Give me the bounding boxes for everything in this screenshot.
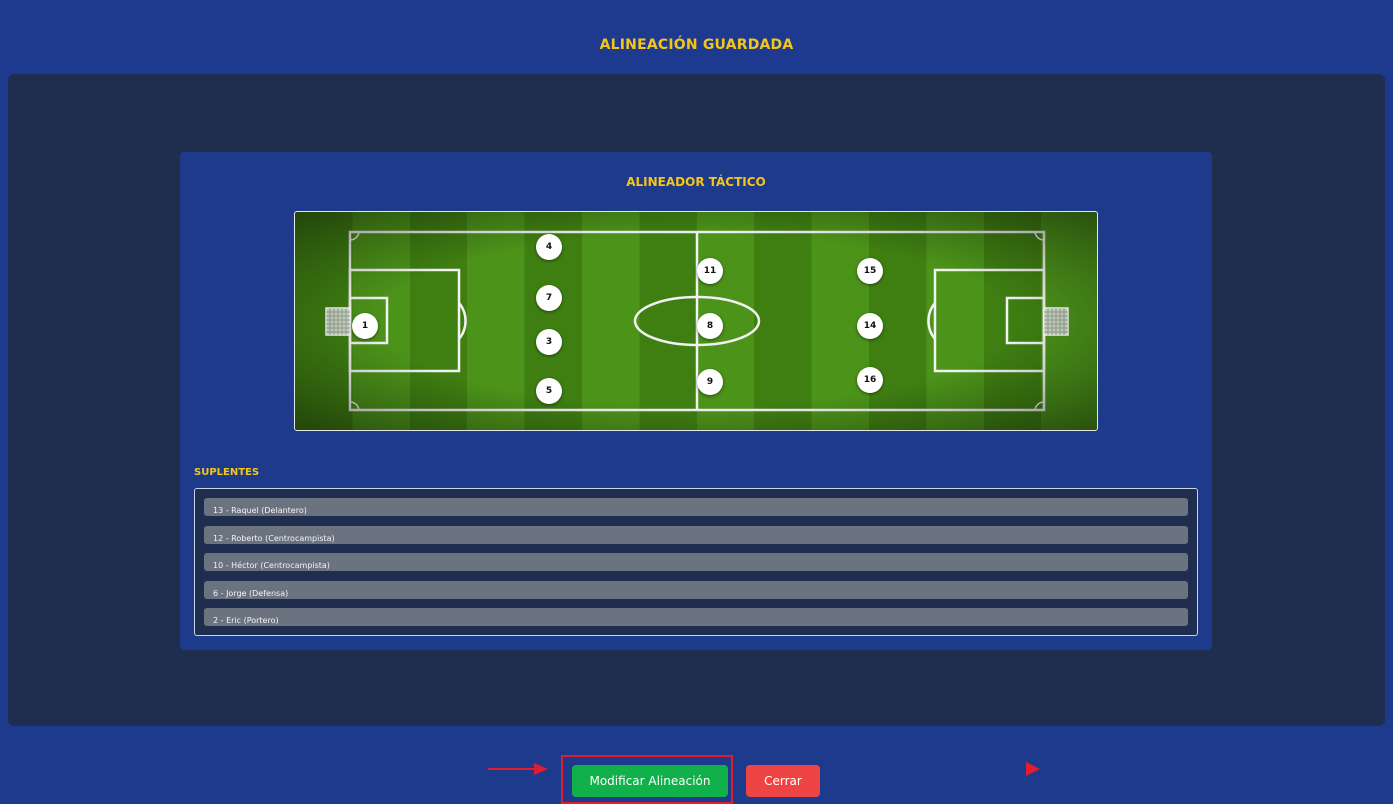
player-token[interactable]: 16 xyxy=(857,367,883,393)
substitute-item[interactable]: 12 - Roberto (Centrocampista) xyxy=(204,525,1188,544)
play-triangle-icon xyxy=(1026,762,1040,776)
player-token[interactable]: 5 xyxy=(536,378,562,404)
substitutes-list: 13 - Raquel (Delantero) 12 - Roberto (Ce… xyxy=(194,488,1198,636)
close-button[interactable]: Cerrar xyxy=(746,765,820,797)
tactical-card: ALINEADOR TÁCTICO 1 4 7 3 5 11 8 9 15 14… xyxy=(180,152,1212,650)
player-token[interactable]: 11 xyxy=(697,258,723,284)
player-token[interactable]: 9 xyxy=(697,369,723,395)
substitute-item[interactable]: 6 - Jorge (Defensa) xyxy=(204,580,1188,599)
substitute-item[interactable]: 13 - Raquel (Delantero) xyxy=(204,498,1188,516)
tactical-title: ALINEADOR TÁCTICO xyxy=(626,175,766,189)
substitutes-label: SUPLENTES xyxy=(194,467,260,478)
player-token[interactable]: 15 xyxy=(857,258,883,284)
player-token[interactable]: 8 xyxy=(697,313,723,339)
goal-net-right xyxy=(1043,307,1069,336)
player-token[interactable]: 1 xyxy=(352,313,378,339)
substitute-item[interactable]: 2 - Eric (Portero) xyxy=(204,608,1188,626)
player-token[interactable]: 14 xyxy=(857,313,883,339)
player-token[interactable]: 3 xyxy=(536,329,562,355)
arrow-right-icon xyxy=(488,763,548,775)
page-title: ALINEACIÓN GUARDADA xyxy=(599,37,794,53)
player-token[interactable]: 4 xyxy=(536,234,562,260)
modify-lineup-button[interactable]: Modificar Alineación xyxy=(572,765,728,797)
goal-net-left xyxy=(325,307,351,336)
football-pitch: 1 4 7 3 5 11 8 9 15 14 16 xyxy=(294,211,1098,431)
player-token[interactable]: 7 xyxy=(536,285,562,311)
substitute-item[interactable]: 10 - Héctor (Centrocampista) xyxy=(204,553,1188,571)
